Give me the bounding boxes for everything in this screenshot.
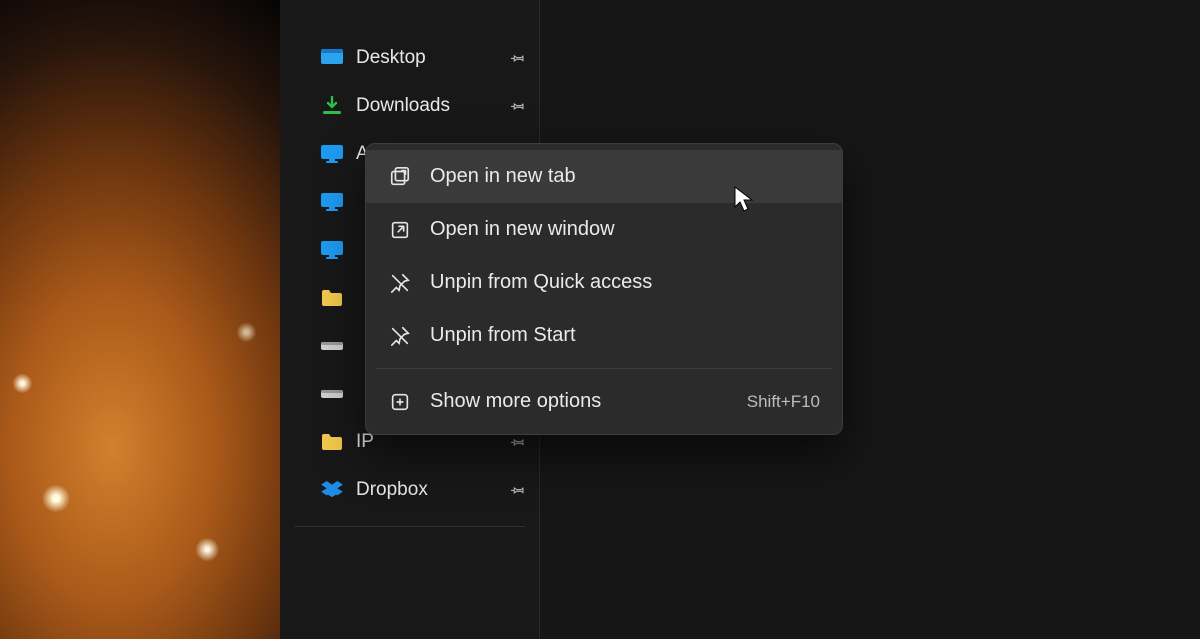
ctx-separator bbox=[376, 368, 832, 369]
ctx-item-label: Open in new tab bbox=[430, 165, 576, 188]
sidebar-item-label: Desktop bbox=[356, 47, 426, 69]
pin-icon bbox=[511, 51, 525, 65]
new-window-icon bbox=[388, 218, 412, 242]
sidebar-item-label: Downloads bbox=[356, 95, 450, 117]
new-tab-icon bbox=[388, 165, 412, 189]
monitor-icon bbox=[320, 191, 344, 213]
monitor-icon bbox=[320, 239, 344, 261]
sidebar-item-desktop[interactable]: Desktop bbox=[280, 34, 539, 82]
folder-icon bbox=[320, 431, 344, 453]
desktop-wallpaper bbox=[0, 0, 280, 639]
sidebar-separator bbox=[294, 526, 525, 527]
ctx-item-label: Open in new window bbox=[430, 218, 615, 241]
dropbox-icon bbox=[320, 479, 344, 501]
folder-icon bbox=[320, 287, 344, 309]
ctx-item-label: Unpin from Quick access bbox=[430, 271, 652, 294]
pin-icon bbox=[511, 483, 525, 497]
download-icon bbox=[320, 95, 344, 117]
pin-icon bbox=[511, 99, 525, 113]
ctx-unpin-start[interactable]: Unpin from Start bbox=[366, 309, 842, 362]
mouse-cursor bbox=[734, 186, 756, 214]
ctx-shortcut: Shift+F10 bbox=[747, 392, 820, 412]
ctx-item-label: Show more options bbox=[430, 390, 601, 413]
ctx-open-new-window[interactable]: Open in new window bbox=[366, 203, 842, 256]
ctx-item-label: Unpin from Start bbox=[430, 324, 576, 347]
more-options-icon bbox=[388, 390, 412, 414]
unpin-icon bbox=[388, 324, 412, 348]
sidebar-item-downloads[interactable]: Downloads bbox=[280, 82, 539, 130]
drive-icon bbox=[320, 383, 344, 405]
ctx-unpin-quick-access[interactable]: Unpin from Quick access bbox=[366, 256, 842, 309]
drive-icon bbox=[320, 335, 344, 357]
pin-icon bbox=[511, 435, 525, 449]
sidebar-item-dropbox[interactable]: Dropbox bbox=[280, 466, 539, 514]
unpin-icon bbox=[388, 271, 412, 295]
sidebar-item-label: Dropbox bbox=[356, 479, 428, 501]
monitor-icon bbox=[320, 143, 344, 165]
ctx-show-more-options[interactable]: Show more options Shift+F10 bbox=[366, 375, 842, 428]
desktop-icon bbox=[320, 47, 344, 69]
context-menu: Open in new tab Open in new window Unpin… bbox=[365, 143, 843, 435]
ctx-open-new-tab[interactable]: Open in new tab bbox=[366, 150, 842, 203]
